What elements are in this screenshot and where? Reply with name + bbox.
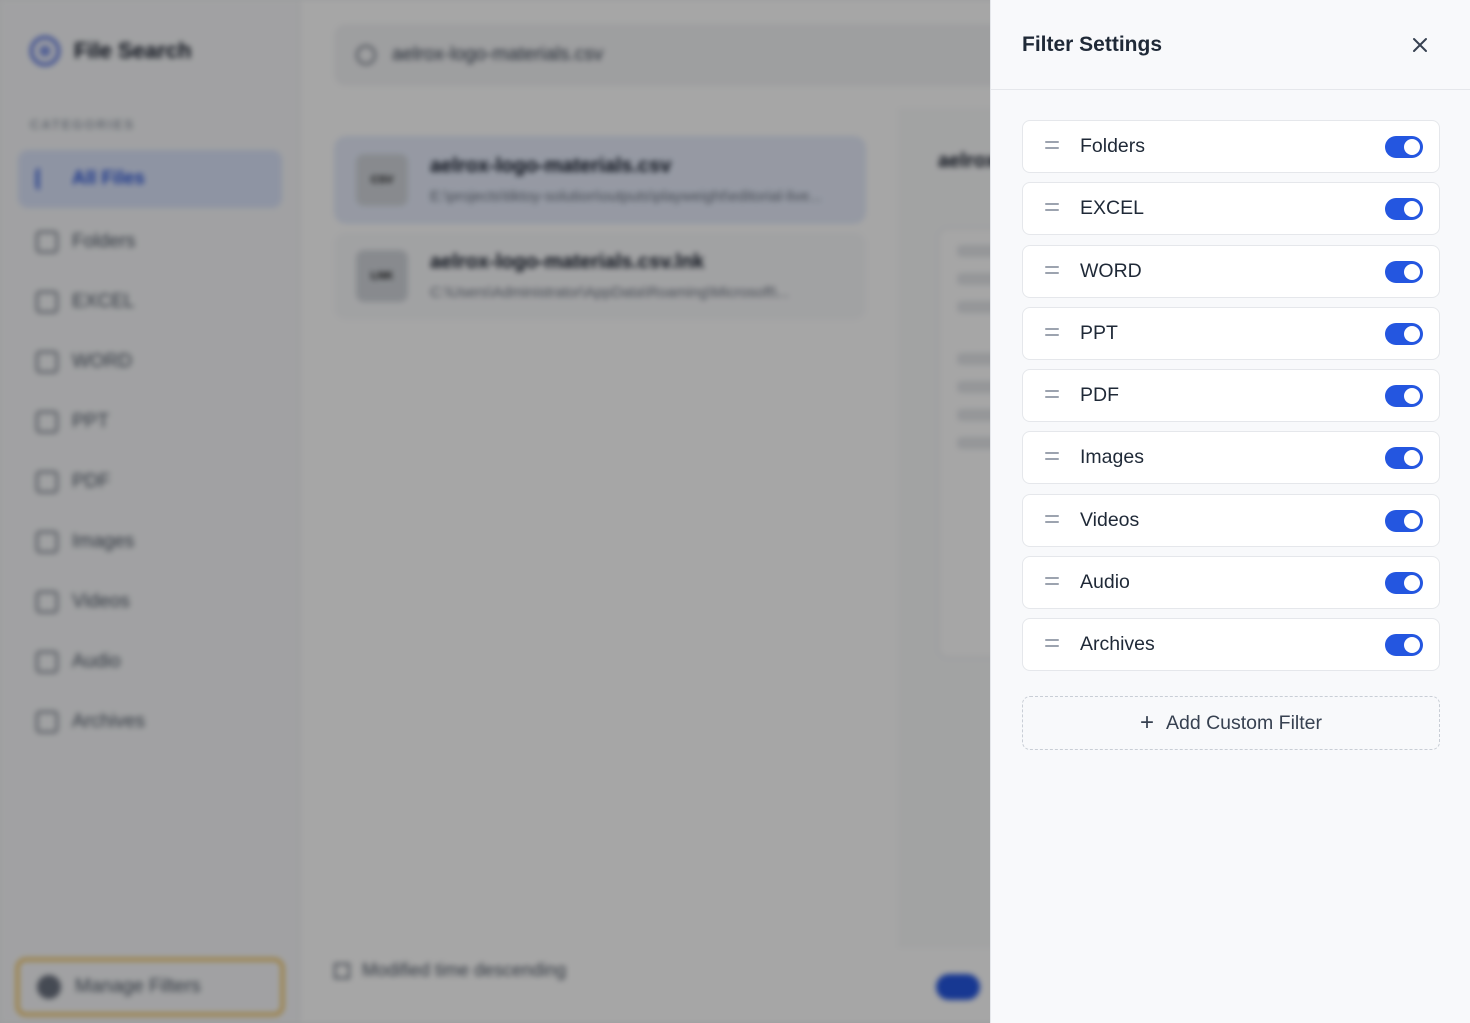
filter-label: PPT (1080, 321, 1118, 344)
add-custom-filter-button[interactable]: + Add Custom Filter (1022, 696, 1440, 750)
drag-handle-icon[interactable] (1045, 639, 1059, 651)
filter-row-videos: Videos (1022, 493, 1440, 547)
filter-label: PDF (1080, 384, 1119, 407)
filter-label: WORD (1080, 259, 1142, 282)
filter-toggle-videos[interactable] (1385, 509, 1423, 532)
drag-handle-icon[interactable] (1045, 390, 1059, 402)
filter-label: Archives (1080, 633, 1155, 656)
filter-toggle-pdf[interactable] (1385, 385, 1423, 408)
filter-label: Videos (1080, 508, 1140, 531)
filter-row-folders: Folders (1022, 120, 1440, 173)
filter-row-pdf: PDF (1022, 369, 1440, 423)
filter-list: Folders EXCEL WORD PPT PDF Images Videos Audio A… (1022, 120, 1440, 681)
close-icon (1413, 38, 1427, 52)
filter-toggle-excel[interactable] (1385, 198, 1423, 221)
filter-toggle-archives[interactable] (1385, 634, 1423, 657)
drag-handle-icon[interactable] (1045, 141, 1059, 153)
plus-icon: + (1139, 709, 1154, 736)
drag-handle-icon[interactable] (1045, 514, 1059, 527)
filter-row-archives: Archives (1022, 618, 1440, 672)
filter-toggle-folders[interactable] (1385, 136, 1423, 158)
add-custom-filter-label: Add Custom Filter (1165, 711, 1323, 734)
filter-label: EXCEL (1080, 197, 1144, 220)
filter-row-audio: Audio (1022, 556, 1440, 610)
filter-toggle-audio[interactable] (1385, 572, 1423, 595)
filter-label: Audio (1080, 571, 1130, 594)
drag-handle-icon[interactable] (1045, 327, 1059, 340)
filter-row-images: Images (1022, 431, 1440, 485)
filter-label: Folders (1080, 135, 1146, 157)
panel-title: Filter Settings (1022, 33, 1163, 56)
drag-handle-icon[interactable] (1045, 203, 1059, 215)
drag-handle-icon[interactable] (1045, 452, 1059, 464)
modal-backdrop[interactable] (0, 0, 990, 1023)
drag-handle-icon[interactable] (1045, 265, 1059, 278)
filter-row-word: WORD (1022, 244, 1440, 298)
filter-toggle-word[interactable] (1385, 260, 1423, 283)
close-button[interactable] (1405, 30, 1435, 60)
filter-row-ppt: PPT (1022, 306, 1440, 360)
filter-row-excel: EXCEL (1022, 182, 1440, 236)
filter-settings-panel: Filter Settings Folders EXCEL WORD PPT PDF Im… (990, 0, 1470, 1023)
filter-toggle-ppt[interactable] (1385, 322, 1423, 345)
filter-toggle-images[interactable] (1385, 447, 1423, 470)
drag-handle-icon[interactable] (1045, 577, 1059, 589)
panel-header: Filter Settings (991, 0, 1470, 90)
filter-label: Images (1080, 446, 1144, 469)
